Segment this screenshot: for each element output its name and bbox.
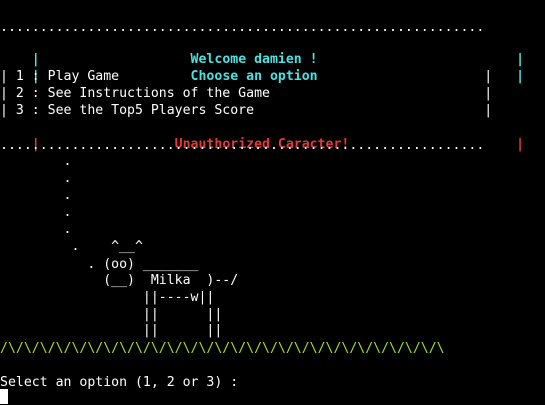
menu-option-top5: | 3 : See the Top5 Players Score | [0,103,493,118]
cow-art-line-8: (__) Milka )--/ [0,273,239,288]
cow-art-line-3: . [0,188,72,203]
cow-art-line-7: . (oo) _______ [0,257,199,272]
menu-border-bottom: ........................................… [0,138,485,153]
cow-art-line-10: || || [0,307,223,322]
menu-option-instructions: | 2 : See Instructions of the Game | [0,86,493,101]
cow-art-line-2: . [0,171,72,186]
cow-art-line-1: . [0,154,72,169]
cow-art-line-9: ||----w|| [0,290,215,305]
terminal-window[interactable]: ........................................… [0,0,545,405]
grass-line: /\/\/\/\/\/\/\/\/\/\/\/\/\/\/\/\/\/\/\/\… [0,341,445,356]
cow-art-line-6: . ^__^ [0,239,143,254]
error-message-line: | Unauthorized Caracter! | [0,119,524,152]
menu-welcome-line: | Welcome damien ! | [0,34,524,67]
menu-option-play: | 1 : Play Game | [0,69,493,84]
cow-art-line-4: . [0,205,72,220]
prompt-text: Select an option (1, 2 or 3) : [0,375,239,390]
input-cursor[interactable] [0,389,8,404]
cow-art-line-11: || || [0,323,223,338]
cow-art-line-5: . [0,222,72,237]
menu-choose-line: | Choose an option | [0,51,524,84]
